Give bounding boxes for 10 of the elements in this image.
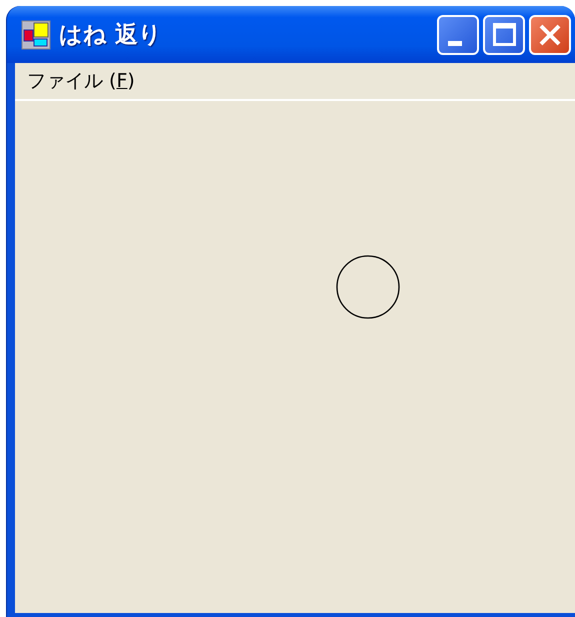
maximize-icon <box>492 23 516 46</box>
app-icon <box>21 20 51 50</box>
close-icon <box>539 24 561 46</box>
minimize-button[interactable] <box>437 14 479 54</box>
maximize-button[interactable] <box>483 14 525 54</box>
minimize-icon <box>448 40 462 46</box>
close-button[interactable] <box>529 14 571 54</box>
window-title: はね 返り <box>59 21 164 50</box>
ball-circle <box>336 255 400 319</box>
menu-item[interactable]: ファイル (F) <box>23 68 139 94</box>
